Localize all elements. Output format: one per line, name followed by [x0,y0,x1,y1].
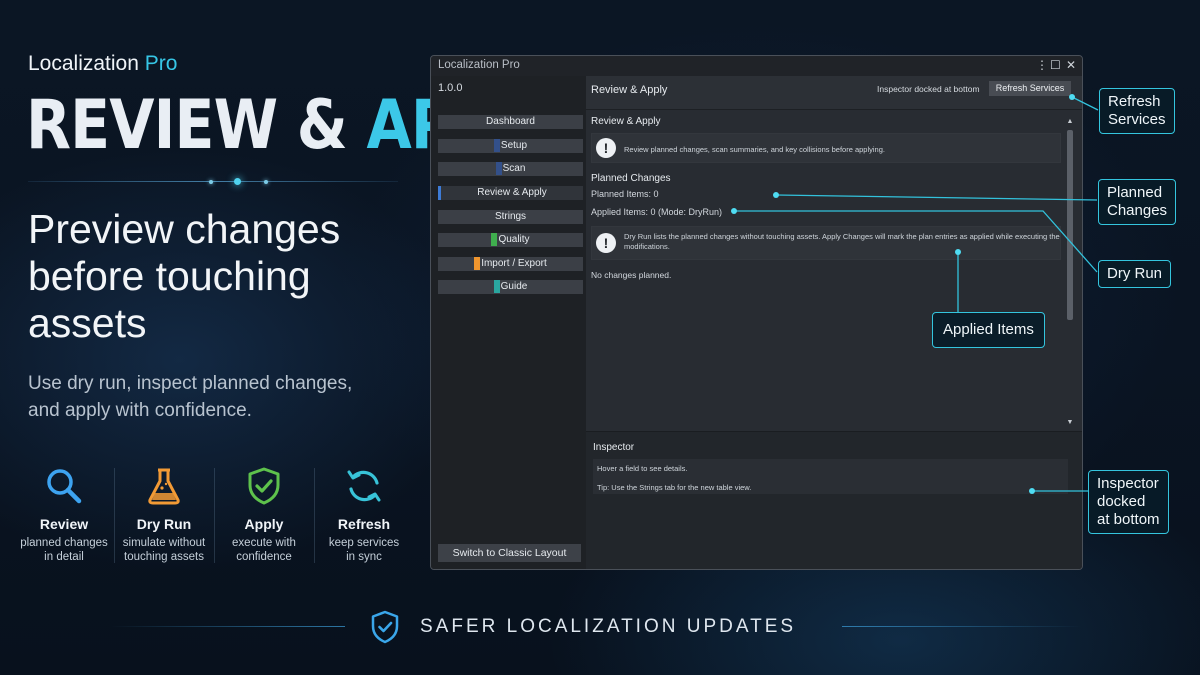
callout-refresh-services: Refresh Services [1099,88,1175,134]
callout-inspector: Inspector docked at bottom [1088,470,1169,534]
callout-applied-items: Applied Items [932,312,1045,348]
callout-dry-run: Dry Run [1098,260,1172,288]
callout-planned-changes: Planned Changes [1098,179,1177,225]
